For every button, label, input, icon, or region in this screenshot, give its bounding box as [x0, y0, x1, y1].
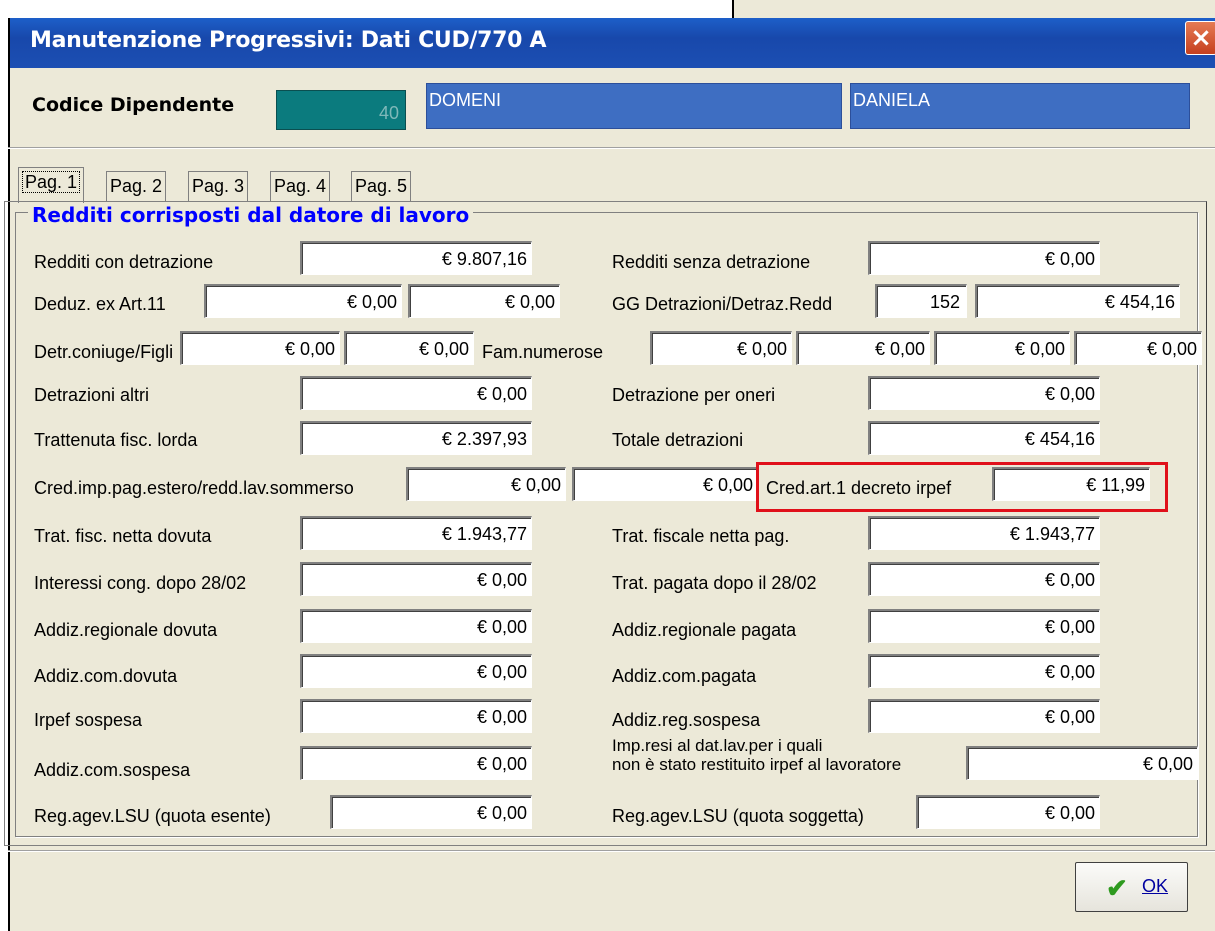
trattenuta-lorda-label: Trattenuta fisc. lorda — [34, 430, 198, 450]
cred-imp-estero-field-2[interactable]: € 0,00 — [572, 467, 758, 501]
addiz-reg-sospesa-label: Addiz.reg.sospesa — [612, 710, 761, 730]
detr-coniuge-figli-label: Detr.coniuge/Figli — [34, 342, 174, 362]
addiz-reg-pagata-field[interactable]: € 0,00 — [868, 609, 1100, 643]
background-window-strip — [732, 0, 1215, 18]
totale-detrazioni-label: Totale detrazioni — [612, 430, 744, 450]
addiz-com-dovuta-label: Addiz.com.dovuta — [34, 666, 178, 686]
tab-pag-3[interactable]: Pag. 3 — [188, 171, 249, 202]
redditi-senza-detrazione-label: Redditi senza detrazione — [612, 252, 811, 272]
trat-netta-pag-field[interactable]: € 1.943,77 — [868, 516, 1100, 550]
fam-numerose-field-3[interactable]: € 0,00 — [934, 331, 1070, 365]
window-title: Manutenzione Progressivi: Dati CUD/770 A — [30, 28, 547, 53]
interessi-label: Interessi cong. dopo 28/02 — [34, 573, 247, 593]
imp-resi-label-line1: Imp.resi al dat.lav.per i quali — [612, 736, 823, 755]
addiz-reg-pagata-label: Addiz.regionale pagata — [612, 620, 797, 640]
redditi-senza-detrazione-field[interactable]: € 0,00 — [868, 241, 1100, 275]
ok-button-label: OK — [1142, 876, 1169, 896]
addiz-reg-dovuta-field[interactable]: € 0,00 — [300, 609, 532, 643]
deduz-art11-field-2[interactable]: € 0,00 — [408, 284, 560, 318]
trat-pagata-dopo-field[interactable]: € 0,00 — [868, 562, 1100, 596]
detrazioni-altri-label: Detrazioni altri — [34, 385, 150, 405]
detr-figli-field[interactable]: € 0,00 — [344, 331, 474, 365]
addiz-com-sospesa-field[interactable]: € 0,00 — [300, 746, 532, 780]
redditi-con-detrazione-field[interactable]: € 9.807,16 — [300, 241, 532, 275]
tab-pag-1[interactable]: Pag. 1 — [18, 167, 85, 203]
cred-imp-estero-field-1[interactable]: € 0,00 — [406, 467, 566, 501]
footer-divider — [8, 850, 1215, 852]
tab-pag-2[interactable]: Pag. 2 — [106, 171, 167, 202]
employee-surname-field[interactable]: DOMENI — [426, 83, 842, 129]
reg-agev-esente-label: Reg.agev.LSU (quota esente) — [34, 806, 271, 826]
employee-code-label: Codice Dipendente — [32, 94, 235, 116]
tab-pag-4[interactable]: Pag. 4 — [270, 171, 331, 202]
trat-netta-pag-label: Trat. fiscale netta pag. — [612, 526, 790, 546]
highlight-box — [756, 462, 1168, 512]
checkmark-icon: ✔ — [1106, 873, 1128, 903]
ok-button[interactable]: ✔ OK — [1075, 862, 1188, 912]
addiz-com-pagata-field[interactable]: € 0,00 — [868, 654, 1100, 688]
fam-numerose-field-4[interactable]: € 0,00 — [1074, 331, 1202, 365]
irpef-sospesa-label: Irpef sospesa — [34, 710, 143, 730]
trat-netta-dovuta-label: Trat. fisc. netta dovuta — [34, 526, 212, 546]
addiz-com-sospesa-label: Addiz.com.sospesa — [34, 760, 191, 780]
addiz-com-dovuta-field[interactable]: € 0,00 — [300, 654, 532, 688]
trat-netta-dovuta-field[interactable]: € 1.943,77 — [300, 516, 532, 550]
gg-detrazioni-days-field[interactable]: 152 — [875, 284, 967, 318]
reg-agev-soggetta-field[interactable]: € 0,00 — [916, 795, 1100, 829]
imp-resi-label-line2: non è stato restituito irpef al lavorato… — [612, 755, 902, 774]
close-icon: × — [1190, 23, 1212, 53]
detrazione-oneri-field[interactable]: € 0,00 — [868, 376, 1100, 410]
group-title: Redditi corrisposti dal datore di lavoro — [28, 203, 474, 227]
redditi-con-detrazione-label: Redditi con detrazione — [34, 252, 214, 272]
employee-name-field[interactable]: DANIELA — [850, 83, 1190, 129]
addiz-reg-sospesa-field[interactable]: € 0,00 — [868, 699, 1100, 733]
fam-numerose-label: Fam.numerose — [482, 342, 604, 362]
gg-detrazioni-label: GG Detrazioni/Detraz.Redd — [612, 294, 833, 314]
trattenuta-lorda-field[interactable]: € 2.397,93 — [300, 421, 532, 455]
addiz-reg-dovuta-label: Addiz.regionale dovuta — [34, 620, 218, 640]
employee-code-field[interactable]: 40 — [276, 90, 406, 130]
irpef-sospesa-field[interactable]: € 0,00 — [300, 699, 532, 733]
addiz-com-pagata-label: Addiz.com.pagata — [612, 666, 757, 686]
header-divider — [8, 147, 1215, 149]
fam-numerose-field-1[interactable]: € 0,00 — [650, 331, 792, 365]
deduz-art11-label: Deduz. ex Art.11 — [34, 294, 166, 314]
detrazioni-altri-field[interactable]: € 0,00 — [300, 376, 532, 410]
title-bar[interactable]: Manutenzione Progressivi: Dati CUD/770 A… — [10, 18, 1215, 68]
fam-numerose-field-2[interactable]: € 0,00 — [796, 331, 930, 365]
reg-agev-esente-field[interactable]: € 0,00 — [330, 795, 532, 829]
cred-imp-estero-label: Cred.imp.pag.estero/redd.lav.sommerso — [34, 478, 354, 498]
imp-resi-field[interactable]: € 0,00 — [966, 746, 1198, 780]
trat-pagata-dopo-label: Trat. pagata dopo il 28/02 — [612, 573, 817, 593]
deduz-art11-field-1[interactable]: € 0,00 — [204, 284, 402, 318]
detraz-redd-field[interactable]: € 454,16 — [975, 284, 1180, 318]
totale-detrazioni-field[interactable]: € 454,16 — [868, 421, 1100, 455]
detr-coniuge-field[interactable]: € 0,00 — [180, 331, 340, 365]
close-button[interactable]: × — [1185, 21, 1215, 55]
detrazione-oneri-label: Detrazione per oneri — [612, 385, 776, 405]
reg-agev-soggetta-label: Reg.agev.LSU (quota soggetta) — [612, 806, 864, 826]
interessi-field[interactable]: € 0,00 — [300, 562, 532, 596]
tab-pag-5[interactable]: Pag. 5 — [351, 171, 412, 202]
